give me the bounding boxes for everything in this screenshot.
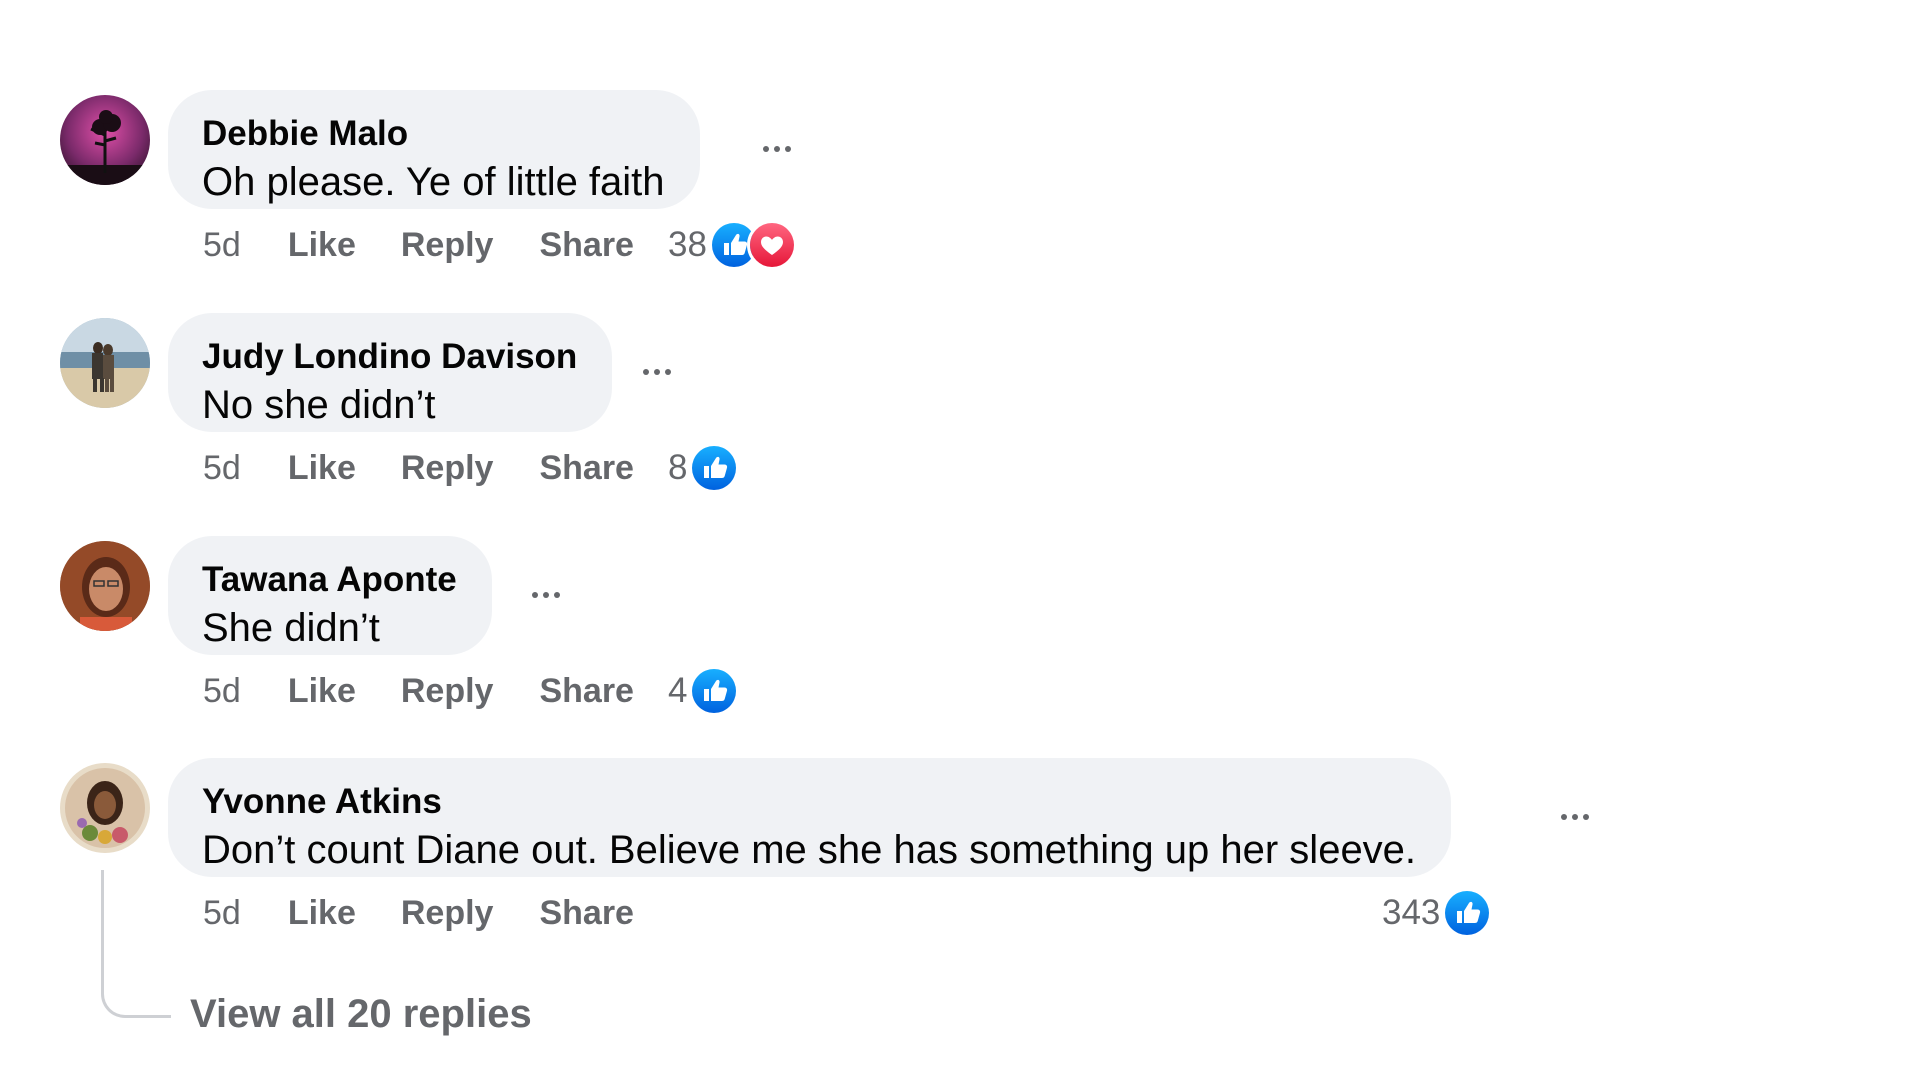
dot-icon	[774, 146, 780, 152]
comment-actions: 5d Like Reply Share	[203, 891, 680, 935]
share-button[interactable]: Share	[539, 226, 634, 265]
like-button[interactable]: Like	[288, 894, 356, 933]
reaction-count: 38	[668, 225, 707, 264]
dot-icon	[643, 369, 649, 375]
reaction-summary[interactable]: 343	[1382, 888, 1493, 938]
comment-bubble: Debbie Malo Oh please. Ye of little fait…	[168, 90, 700, 209]
comment-actions: 5d Like Reply Share	[203, 669, 680, 713]
avatar-image	[60, 541, 150, 631]
comment-timestamp[interactable]: 5d	[203, 894, 241, 933]
comment-author[interactable]: Tawana Aponte	[202, 560, 457, 600]
like-button[interactable]: Like	[288, 672, 356, 711]
like-button[interactable]: Like	[288, 449, 356, 488]
like-icon	[689, 443, 740, 493]
reply-thread-line	[101, 870, 171, 1018]
comment-text: Don’t count Diane out. Believe me she ha…	[202, 828, 1417, 872]
comment-actions: 5d Like Reply Share	[203, 223, 680, 267]
comment-author[interactable]: Yvonne Atkins	[202, 782, 1416, 822]
reply-button[interactable]: Reply	[401, 672, 494, 711]
more-options-button[interactable]	[523, 580, 569, 610]
dot-icon	[554, 592, 560, 598]
share-button[interactable]: Share	[539, 894, 634, 933]
dot-icon	[543, 592, 549, 598]
avatar[interactable]	[60, 318, 150, 408]
dot-icon	[532, 592, 538, 598]
avatar-image	[60, 318, 150, 408]
dot-icon	[654, 369, 660, 375]
dot-icon	[665, 369, 671, 375]
avatar[interactable]	[60, 541, 150, 631]
dot-icon	[1583, 814, 1589, 820]
reaction-summary[interactable]: 4	[668, 666, 740, 716]
dot-icon	[1561, 814, 1567, 820]
reaction-summary[interactable]: 38	[668, 220, 797, 270]
comment-timestamp[interactable]: 5d	[203, 449, 241, 488]
comment-actions: 5d Like Reply Share	[203, 446, 680, 490]
comment-bubble: Judy Londino Davison No she didn’t	[168, 313, 613, 432]
share-button[interactable]: Share	[539, 449, 634, 488]
reply-button[interactable]: Reply	[401, 894, 494, 933]
comment-timestamp[interactable]: 5d	[203, 672, 241, 711]
reaction-count: 343	[1382, 893, 1441, 932]
view-replies-link[interactable]: View all 20 replies	[190, 992, 532, 1037]
comment-author[interactable]: Judy Londino Davison	[202, 337, 577, 377]
reply-button[interactable]: Reply	[401, 226, 494, 265]
dot-icon	[785, 146, 791, 152]
comment-timestamp[interactable]: 5d	[203, 226, 241, 265]
more-options-button[interactable]	[634, 357, 680, 387]
comment-bubble: Yvonne Atkins Don’t count Diane out. Bel…	[168, 758, 1452, 877]
more-options-button[interactable]	[1552, 802, 1598, 832]
comment-bubble: Tawana Aponte She didn’t	[168, 536, 492, 655]
reply-button[interactable]: Reply	[401, 449, 494, 488]
like-button[interactable]: Like	[288, 226, 356, 265]
dot-icon	[1572, 814, 1578, 820]
comment-text: Oh please. Ye of little faith	[202, 160, 665, 204]
comment-author[interactable]: Debbie Malo	[202, 114, 665, 154]
comment-text: No she didn’t	[202, 383, 436, 427]
avatar[interactable]	[60, 763, 150, 853]
avatar-image	[60, 763, 150, 853]
avatar-image	[60, 95, 150, 185]
share-button[interactable]: Share	[539, 672, 634, 711]
like-icon	[1442, 888, 1493, 938]
dot-icon	[763, 146, 769, 152]
reaction-summary[interactable]: 8	[668, 443, 740, 493]
more-options-button[interactable]	[754, 134, 800, 164]
comment-text: She didn’t	[202, 606, 380, 650]
love-icon	[746, 220, 797, 270]
reaction-count: 4	[668, 671, 688, 710]
reaction-count: 8	[668, 448, 688, 487]
like-icon	[689, 666, 740, 716]
avatar[interactable]	[60, 95, 150, 185]
